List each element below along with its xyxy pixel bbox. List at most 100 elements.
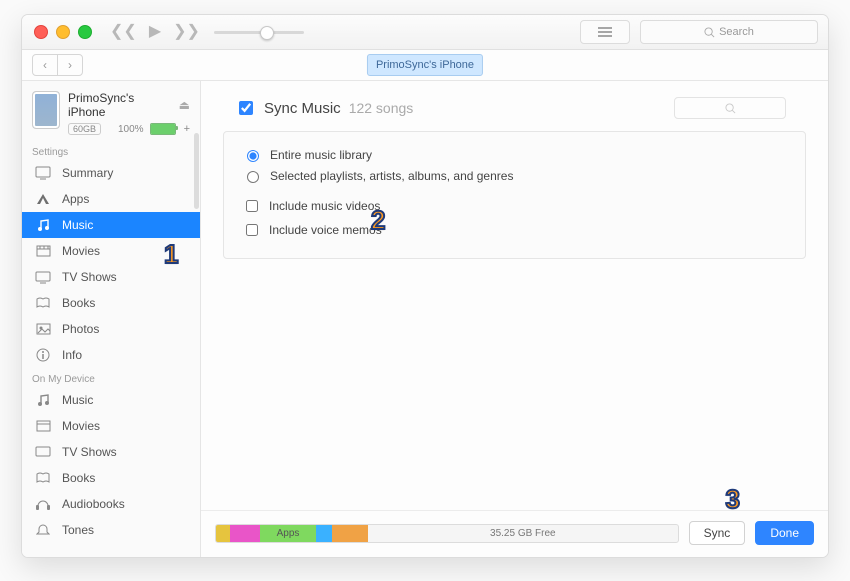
- section-header-settings: Settings: [22, 141, 200, 160]
- apps-icon: [34, 192, 52, 206]
- sidebar-item-label: Apps: [62, 192, 89, 206]
- eject-icon[interactable]: ⏏: [179, 98, 190, 112]
- body: PrimoSync's iPhone ⏏ 60GB 100% + Setting…: [22, 81, 828, 557]
- sync-options-panel: Entire music library Selected playlists,…: [223, 131, 806, 259]
- ondevice-item-tvshows[interactable]: TV Shows: [22, 439, 200, 465]
- window-controls: [22, 25, 92, 39]
- music-icon: [34, 218, 52, 232]
- device-capacity: 60GB: [68, 123, 101, 135]
- photos-icon: [34, 323, 52, 335]
- sidebar-item-label: Tones: [62, 523, 94, 537]
- done-button[interactable]: Done: [755, 521, 814, 545]
- battery-percent: 100%: [118, 124, 144, 135]
- device-header: PrimoSync's iPhone ⏏ 60GB 100% +: [22, 81, 200, 141]
- capseg-pink: [230, 525, 260, 542]
- movies-icon: [34, 245, 52, 257]
- radio-entire-label: Entire music library: [270, 148, 372, 162]
- check-voice-memos[interactable]: Include voice memos: [242, 218, 787, 242]
- transport-controls: ❮❮ ▶ ❯❯: [110, 24, 200, 40]
- ondevice-item-books[interactable]: Books: [22, 465, 200, 491]
- close-icon[interactable]: [34, 25, 48, 39]
- capseg-blue: [316, 525, 332, 542]
- ondevice-item-tones[interactable]: Tones: [22, 517, 200, 543]
- sidebar: PrimoSync's iPhone ⏏ 60GB 100% + Setting…: [22, 81, 201, 557]
- panel-search-input[interactable]: [674, 97, 786, 119]
- capseg-orange: [332, 525, 368, 542]
- device-thumb-icon: [32, 91, 60, 129]
- device-tab-label: PrimoSync's iPhone: [376, 59, 474, 71]
- sidebar-item-label: Movies: [62, 419, 100, 433]
- check-videos-input[interactable]: [246, 200, 258, 212]
- capacity-free-label: 35.25 GB Free: [368, 525, 678, 542]
- tv-icon: [34, 446, 52, 459]
- books-icon: [34, 472, 52, 484]
- sync-music-checkbox[interactable]: [239, 101, 253, 115]
- sync-music-label: Sync Music: [264, 100, 341, 117]
- volume-slider[interactable]: [214, 31, 304, 34]
- nav-back-icon[interactable]: ‹: [33, 55, 57, 75]
- sidebar-item-label: Info: [62, 348, 82, 362]
- sidebar-item-label: TV Shows: [62, 270, 117, 284]
- device-tab[interactable]: PrimoSync's iPhone: [367, 54, 483, 76]
- info-icon: [34, 348, 52, 362]
- sync-button[interactable]: Sync: [689, 521, 746, 545]
- sidebar-item-books[interactable]: Books: [22, 290, 200, 316]
- list-view-button[interactable]: [580, 20, 630, 44]
- song-count: 122 songs: [349, 100, 414, 116]
- check-music-videos[interactable]: Include music videos: [242, 194, 787, 218]
- movies-icon: [34, 420, 52, 432]
- check-memos-input[interactable]: [246, 224, 258, 236]
- sidebar-item-label: Movies: [62, 244, 100, 258]
- main-pane: Sync Music 122 songs Entire music librar…: [201, 81, 828, 557]
- radio-selected[interactable]: Selected playlists, artists, albums, and…: [242, 165, 787, 186]
- titlebar: ❮❮ ▶ ❯❯ Search: [22, 15, 828, 50]
- capseg-yellow: [216, 525, 230, 542]
- next-track-icon[interactable]: ❯❯: [173, 24, 200, 40]
- sidebar-item-summary[interactable]: Summary: [22, 160, 200, 186]
- ondevice-item-music[interactable]: Music: [22, 387, 200, 413]
- sidebar-item-label: Music: [62, 393, 93, 407]
- sidebar-item-music[interactable]: Music: [22, 212, 200, 238]
- radio-entire-input[interactable]: [247, 150, 259, 162]
- sidebar-item-label: TV Shows: [62, 445, 117, 459]
- charging-icon: +: [184, 123, 190, 135]
- radio-entire-library[interactable]: Entire music library: [242, 144, 787, 165]
- sync-button-label: Sync: [704, 526, 731, 540]
- sidebar-item-label: Summary: [62, 166, 113, 180]
- tab-row: ‹ › PrimoSync's iPhone: [22, 50, 828, 81]
- done-button-label: Done: [770, 526, 799, 540]
- sidebar-item-label: Books: [62, 296, 95, 310]
- sidebar-item-movies[interactable]: Movies: [22, 238, 200, 264]
- sidebar-item-info[interactable]: Info: [22, 342, 200, 368]
- search-placeholder: Search: [719, 26, 754, 38]
- battery-icon: [150, 123, 176, 135]
- ondevice-item-audiobooks[interactable]: Audiobooks: [22, 491, 200, 517]
- nav-forward-icon[interactable]: ›: [57, 55, 82, 75]
- itunes-window: ❮❮ ▶ ❯❯ Search ‹ › PrimoSync's iPhone: [21, 14, 829, 558]
- sidebar-item-label: Photos: [62, 322, 99, 336]
- footer: Apps 35.25 GB Free Sync Done: [201, 510, 828, 557]
- radio-selected-label: Selected playlists, artists, albums, and…: [270, 169, 513, 183]
- search-icon: [725, 103, 736, 114]
- summary-icon: [34, 166, 52, 180]
- check-videos-label: Include music videos: [269, 199, 380, 213]
- audiobooks-icon: [34, 498, 52, 511]
- tv-icon: [34, 271, 52, 284]
- radio-selected-input[interactable]: [247, 171, 259, 183]
- ondevice-item-movies[interactable]: Movies: [22, 413, 200, 439]
- capseg-apps: Apps: [260, 525, 316, 542]
- sidebar-item-tvshows[interactable]: TV Shows: [22, 264, 200, 290]
- capacity-bar: Apps 35.25 GB Free: [215, 524, 679, 543]
- sidebar-item-apps[interactable]: Apps: [22, 186, 200, 212]
- sidebar-item-label: Audiobooks: [62, 497, 125, 511]
- sidebar-item-label: Music: [62, 218, 93, 232]
- search-input[interactable]: Search: [640, 20, 818, 44]
- volume-knob[interactable]: [260, 26, 274, 40]
- play-icon[interactable]: ▶: [149, 24, 161, 40]
- sidebar-item-photos[interactable]: Photos: [22, 316, 200, 342]
- maximize-icon[interactable]: [78, 25, 92, 39]
- minimize-icon[interactable]: [56, 25, 70, 39]
- sync-heading: Sync Music 122 songs: [201, 81, 828, 125]
- prev-track-icon[interactable]: ❮❮: [110, 24, 137, 40]
- device-name: PrimoSync's iPhone: [68, 91, 175, 119]
